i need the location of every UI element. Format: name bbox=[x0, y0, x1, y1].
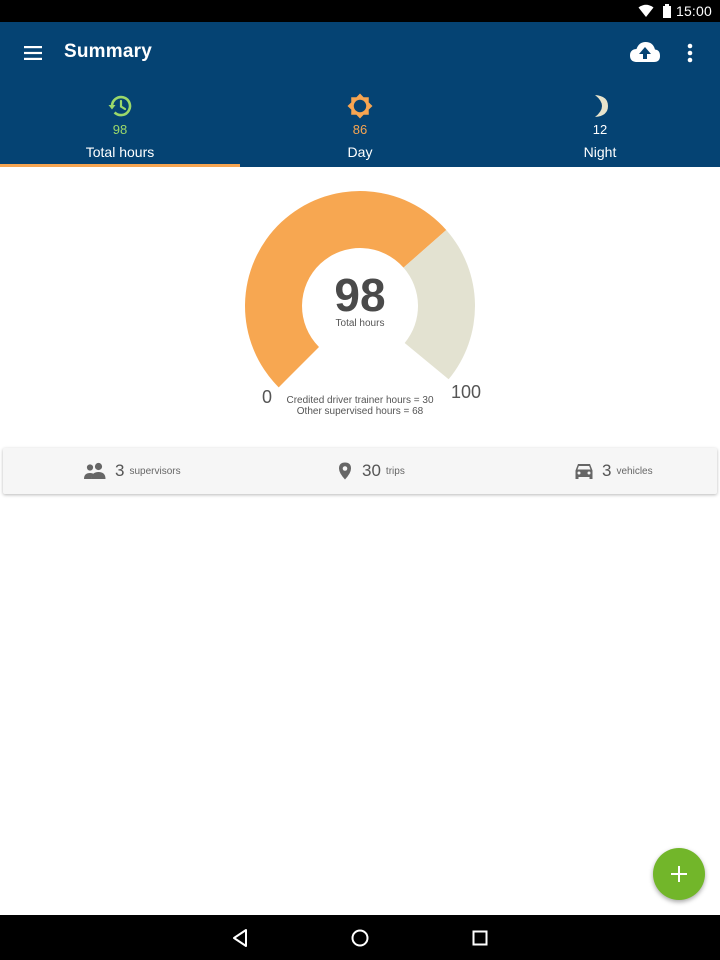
hours-gauge: 98 Total hours bbox=[240, 188, 480, 418]
stat-vehicles-value: 3 bbox=[602, 461, 612, 480]
tab-day-value: 86 bbox=[352, 122, 368, 137]
people-icon bbox=[84, 462, 106, 479]
status-time: 15:00 bbox=[675, 3, 712, 19]
stat-trips-label: trips bbox=[385, 465, 405, 477]
menu-icon[interactable] bbox=[20, 40, 46, 66]
plus-icon bbox=[671, 866, 687, 882]
tab-night-label: Night bbox=[583, 144, 617, 160]
tab-day-label: Day bbox=[347, 144, 373, 160]
history-clock-icon bbox=[108, 95, 132, 117]
tab-night[interactable]: 12 Night bbox=[480, 84, 720, 167]
active-tab-indicator bbox=[0, 164, 240, 167]
home-icon[interactable] bbox=[347, 925, 373, 951]
stat-vehicles-label: vehicles bbox=[616, 465, 653, 477]
stat-supervisors-value: 3 bbox=[115, 461, 125, 480]
app-bar: Summary bbox=[0, 22, 720, 84]
gauge-value: 98 bbox=[334, 269, 386, 321]
tab-bar: 98 Total hours 86 Day 12 Night bbox=[0, 84, 720, 167]
tab-total-hours[interactable]: 98 Total hours bbox=[0, 84, 240, 167]
page-title: Summary bbox=[64, 41, 152, 62]
battery-icon bbox=[663, 4, 671, 18]
add-button[interactable] bbox=[653, 848, 705, 900]
stat-trips-value: 30 bbox=[362, 461, 381, 480]
recents-icon[interactable] bbox=[467, 925, 493, 951]
stat-supervisors[interactable]: 3 supervisors bbox=[83, 448, 181, 494]
car-icon bbox=[575, 464, 593, 479]
status-bar: 15:00 bbox=[0, 0, 720, 22]
gauge-caption: Total hours bbox=[335, 318, 385, 329]
system-nav-bar bbox=[0, 915, 720, 960]
moon-icon bbox=[595, 95, 608, 117]
tab-total-hours-value: 98 bbox=[112, 122, 128, 137]
sun-icon bbox=[347, 93, 373, 119]
stat-vehicles[interactable]: 3 vehicles bbox=[574, 448, 653, 494]
credited-hours-note: Credited driver trainer hours = 30 bbox=[286, 395, 434, 406]
supervised-hours-note: Other supervised hours = 68 bbox=[296, 406, 424, 417]
more-vert-icon[interactable] bbox=[680, 40, 700, 66]
stat-trips[interactable]: 30 trips bbox=[338, 448, 405, 494]
wifi-icon bbox=[638, 4, 654, 17]
stats-card: 3 supervisors 30 trips 3 vehicles bbox=[3, 448, 717, 494]
tab-night-value: 12 bbox=[592, 122, 608, 137]
cloud-upload-icon[interactable] bbox=[628, 37, 662, 67]
back-icon[interactable] bbox=[228, 925, 254, 951]
tab-day[interactable]: 86 Day bbox=[240, 84, 480, 167]
tab-total-hours-label: Total hours bbox=[85, 144, 155, 160]
location-pin-icon bbox=[339, 462, 351, 480]
stat-supervisors-label: supervisors bbox=[129, 465, 181, 477]
